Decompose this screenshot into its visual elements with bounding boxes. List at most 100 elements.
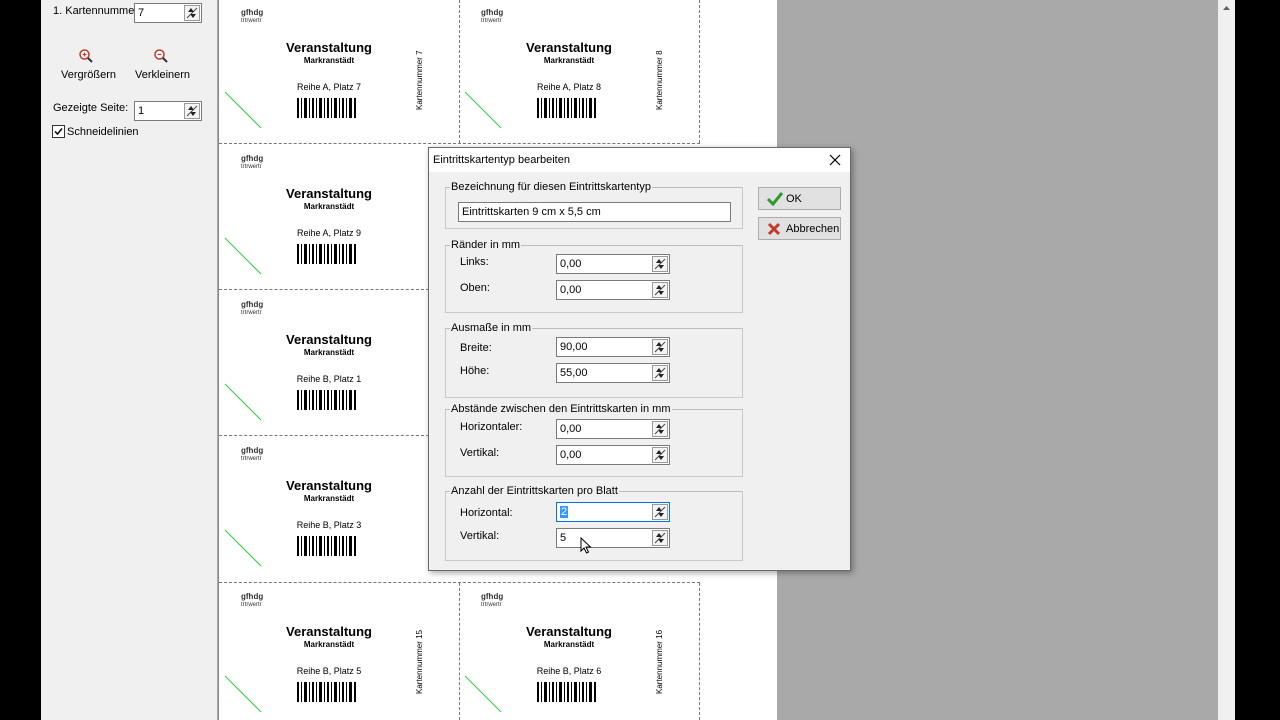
card-place: Markranstädt — [543, 640, 595, 649]
gap-horizontal-label: Horizontaler: — [460, 421, 523, 433]
cutlines-checkbox[interactable] — [52, 125, 65, 138]
card-subtitle: trtrwertr — [481, 602, 502, 608]
ticket-card: gfhdg trtrwertr Veranstaltung Markranstä… — [459, 0, 699, 146]
ticket-card: gfhdg trtrwertr Veranstaltung Markranstä… — [219, 0, 459, 146]
left-margin-value: 0,00 — [560, 258, 582, 270]
gap-group-label: Abstände zwischen den Eintrittskarten in… — [451, 403, 671, 415]
top-margin-spinner[interactable]: 0,00 — [556, 280, 670, 300]
zoom-in-button[interactable]: Vergrößern — [61, 69, 116, 81]
card-seat: Reihe B, Platz 1 — [296, 374, 362, 384]
shown-page-spinner[interactable]: 1 — [134, 101, 202, 121]
close-icon[interactable] — [825, 152, 845, 168]
name-group-label: Bezeichnung für diesen Eintrittskartenty… — [451, 181, 651, 193]
cancel-x-icon — [767, 222, 781, 236]
card-title: Veranstaltung — [286, 624, 372, 639]
card-subtitle: trtrwertr — [241, 310, 262, 316]
spin-button-icon[interactable] — [184, 5, 200, 21]
spin-button-icon[interactable] — [652, 530, 668, 546]
card-place: Markranstädt — [303, 202, 355, 211]
edit-ticket-type-dialog: Eintrittskartentyp bearbeiten Bezeichnun… — [428, 147, 851, 571]
card-number: Kartennummer 15 — [415, 629, 424, 694]
card-subtitle: trtrwertr — [241, 164, 262, 170]
card-title: Veranstaltung — [286, 40, 372, 55]
dialog-titlebar[interactable]: Eintrittskartentyp bearbeiten — [429, 148, 850, 172]
ok-button-label: OK — [786, 193, 802, 205]
zoom-in-icon[interactable] — [78, 48, 94, 67]
spin-button-icon[interactable] — [652, 504, 668, 520]
ticket-card: gfhdg trtrwertr Veranstaltung Markranstä… — [219, 146, 459, 292]
width-value: 90,00 — [560, 341, 588, 353]
left-margin-spinner[interactable]: 0,00 — [556, 254, 670, 274]
card-organizer: gfhdg — [241, 592, 264, 601]
diagonal-line-icon — [224, 529, 262, 567]
spin-button-icon[interactable] — [652, 421, 668, 437]
zoom-out-button[interactable]: Verkleinern — [135, 69, 190, 81]
name-input[interactable]: Eintrittskarten 9 cm x 5,5 cm — [458, 202, 731, 222]
gap-horizontal-spinner[interactable]: 0,00 — [556, 419, 670, 439]
gap-vertical-label: Vertikal: — [460, 447, 500, 459]
card-organizer: gfhdg — [481, 592, 504, 601]
height-value: 55,00 — [560, 367, 588, 379]
gap-group: Abstände zwischen den Eintrittskarten in… — [445, 403, 743, 477]
count-vertical-label: Vertikal: — [460, 530, 500, 542]
card-seat: Reihe B, Platz 5 — [296, 666, 362, 676]
card-seat: Reihe B, Platz 6 — [536, 666, 602, 676]
card-number: Kartennummer 16 — [655, 629, 664, 694]
cutlines-label[interactable]: Schneidelinien — [67, 126, 139, 138]
barcode-icon — [297, 244, 356, 264]
height-spinner[interactable]: 55,00 — [556, 363, 670, 383]
gap-vertical-spinner[interactable]: 0,00 — [556, 445, 670, 465]
cut-line — [699, 0, 700, 143]
checkmark-icon — [54, 128, 63, 136]
dialog-title: Eintrittskartentyp bearbeiten — [433, 154, 570, 166]
ticket-card: gfhdg trtrwertr Veranstaltung Markranstä… — [219, 584, 459, 720]
barcode-icon — [537, 682, 596, 702]
count-horizontal-spinner[interactable]: 2 — [556, 502, 670, 522]
count-vertical-spinner[interactable]: 5 — [556, 528, 670, 548]
diagonal-line-icon — [224, 383, 262, 421]
shown-page-label: Gezeigte Seite: — [53, 102, 129, 114]
spin-button-icon[interactable] — [652, 339, 668, 355]
diagonal-line-icon — [224, 91, 262, 129]
zoom-out-icon[interactable] — [153, 48, 169, 67]
size-group-label: Ausmaße in mm — [451, 322, 532, 334]
spin-button-icon[interactable] — [184, 103, 200, 119]
spin-button-icon[interactable] — [652, 365, 668, 381]
card-place: Markranstädt — [303, 348, 355, 357]
card-title: Veranstaltung — [286, 186, 372, 201]
card-place: Markranstädt — [303, 494, 355, 503]
spin-button-icon[interactable] — [652, 256, 668, 272]
cut-line — [699, 583, 700, 720]
card-place: Markranstädt — [543, 56, 595, 65]
count-vertical-value: 5 — [560, 532, 567, 544]
spin-button-icon[interactable] — [652, 447, 668, 463]
first-card-number-spinner[interactable]: 7 — [134, 3, 202, 23]
barcode-icon — [297, 390, 356, 410]
count-horizontal-label: Horizontal: — [460, 507, 513, 519]
card-seat: Reihe A, Platz 7 — [296, 82, 362, 92]
vertical-scrollbar[interactable] — [1218, 0, 1235, 720]
mouse-cursor-icon — [580, 536, 594, 558]
card-subtitle: trtrwertr — [241, 456, 262, 462]
ticket-card: gfhdg trtrwertr Veranstaltung Markranstä… — [219, 438, 459, 584]
card-place: Markranstädt — [303, 56, 355, 65]
count-horizontal-value: 2 — [560, 506, 569, 518]
barcode-icon — [537, 98, 596, 118]
margins-group: Ränder in mm — [445, 239, 743, 313]
width-spinner[interactable]: 90,00 — [556, 337, 670, 357]
gap-vertical-value: 0,00 — [560, 449, 582, 461]
card-title: Veranstaltung — [286, 478, 372, 493]
gap-horizontal-value: 0,00 — [560, 423, 582, 435]
top-margin-label: Oben: — [460, 282, 490, 294]
card-seat: Reihe A, Platz 9 — [296, 228, 362, 238]
scroll-up-icon[interactable] — [1218, 0, 1235, 17]
height-label: Höhe: — [460, 365, 490, 377]
card-title: Veranstaltung — [526, 624, 612, 639]
card-title: Veranstaltung — [526, 40, 612, 55]
card-organizer: gfhdg — [241, 154, 264, 163]
cancel-button[interactable]: Abbrechen — [758, 217, 841, 240]
spin-button-icon[interactable] — [652, 282, 668, 298]
diagonal-line-icon — [464, 91, 502, 129]
first-card-number-label: 1. Kartennummer: — [53, 5, 142, 17]
ok-button[interactable]: OK — [758, 187, 841, 210]
